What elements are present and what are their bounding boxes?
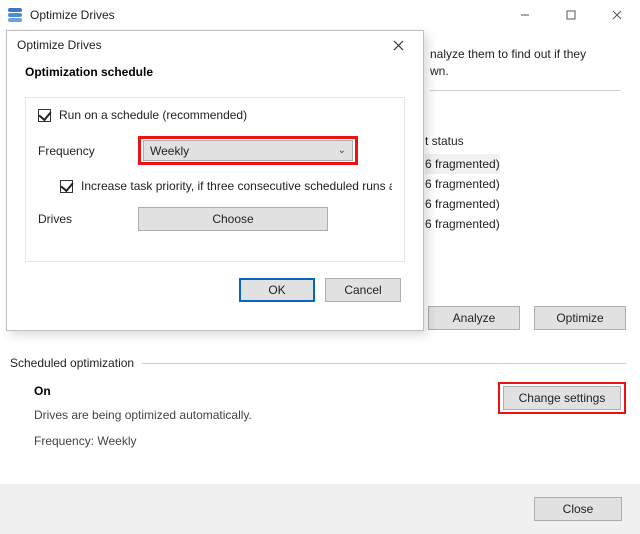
close-button-bottom[interactable]: Close <box>534 497 622 521</box>
drives-label: Drives <box>38 212 128 226</box>
drive-row[interactable]: 6 fragmented) <box>425 214 500 234</box>
drive-actions: Analyze Optimize <box>428 306 626 330</box>
status-column-header: t status <box>425 134 500 148</box>
change-settings-button[interactable]: Change settings <box>503 386 621 410</box>
description-fragment: nalyze them to find out if they wn. <box>430 46 630 80</box>
divider <box>142 363 626 364</box>
highlight-box: Weekly ⌄ <box>138 136 358 165</box>
parent-title: Optimize Drives <box>30 8 115 22</box>
status-column: t status 6 fragmented) 6 fragmented) 6 f… <box>425 134 500 234</box>
increase-priority-checkbox[interactable] <box>60 180 73 193</box>
frequency-value: Weekly <box>150 144 189 158</box>
optimization-schedule-dialog: Optimize Drives Optimization schedule Ru… <box>6 30 424 331</box>
bottom-bar: Close <box>0 484 640 534</box>
dialog-close-button[interactable] <box>377 32 419 58</box>
run-schedule-label: Run on a schedule (recommended) <box>59 108 247 122</box>
drive-row[interactable]: 6 fragmented) <box>425 194 500 214</box>
chevron-down-icon: ⌄ <box>338 145 346 156</box>
ok-button[interactable]: OK <box>239 278 315 302</box>
drive-row[interactable]: 6 fragmented) <box>425 154 500 174</box>
optimize-button[interactable]: Optimize <box>534 306 626 330</box>
close-button[interactable] <box>594 0 640 30</box>
drive-row[interactable]: 6 fragmented) <box>425 174 500 194</box>
frequency-label: Frequency <box>38 144 128 158</box>
schedule-frequency: Frequency: Weekly <box>34 434 626 448</box>
dialog-title: Optimize Drives <box>17 38 102 52</box>
highlight-box: Change settings <box>498 382 626 414</box>
increase-priority-label: Increase task priority, if three consecu… <box>81 179 392 193</box>
choose-drives-button[interactable]: Choose <box>138 207 328 231</box>
maximize-button[interactable] <box>548 0 594 30</box>
drive-icon <box>8 7 24 23</box>
parent-titlebar: Optimize Drives <box>0 0 640 30</box>
section-title: Scheduled optimization <box>10 356 134 370</box>
dialog-form: Run on a schedule (recommended) Frequenc… <box>25 97 405 262</box>
dialog-buttons: OK Cancel <box>25 278 405 302</box>
divider <box>430 90 620 91</box>
frequency-dropdown[interactable]: Weekly ⌄ <box>143 140 353 161</box>
analyze-button[interactable]: Analyze <box>428 306 520 330</box>
cancel-button[interactable]: Cancel <box>325 278 401 302</box>
dialog-titlebar: Optimize Drives <box>7 31 423 59</box>
dialog-heading: Optimization schedule <box>25 65 405 79</box>
window-controls <box>502 0 640 30</box>
run-schedule-checkbox[interactable] <box>38 109 51 122</box>
minimize-button[interactable] <box>502 0 548 30</box>
